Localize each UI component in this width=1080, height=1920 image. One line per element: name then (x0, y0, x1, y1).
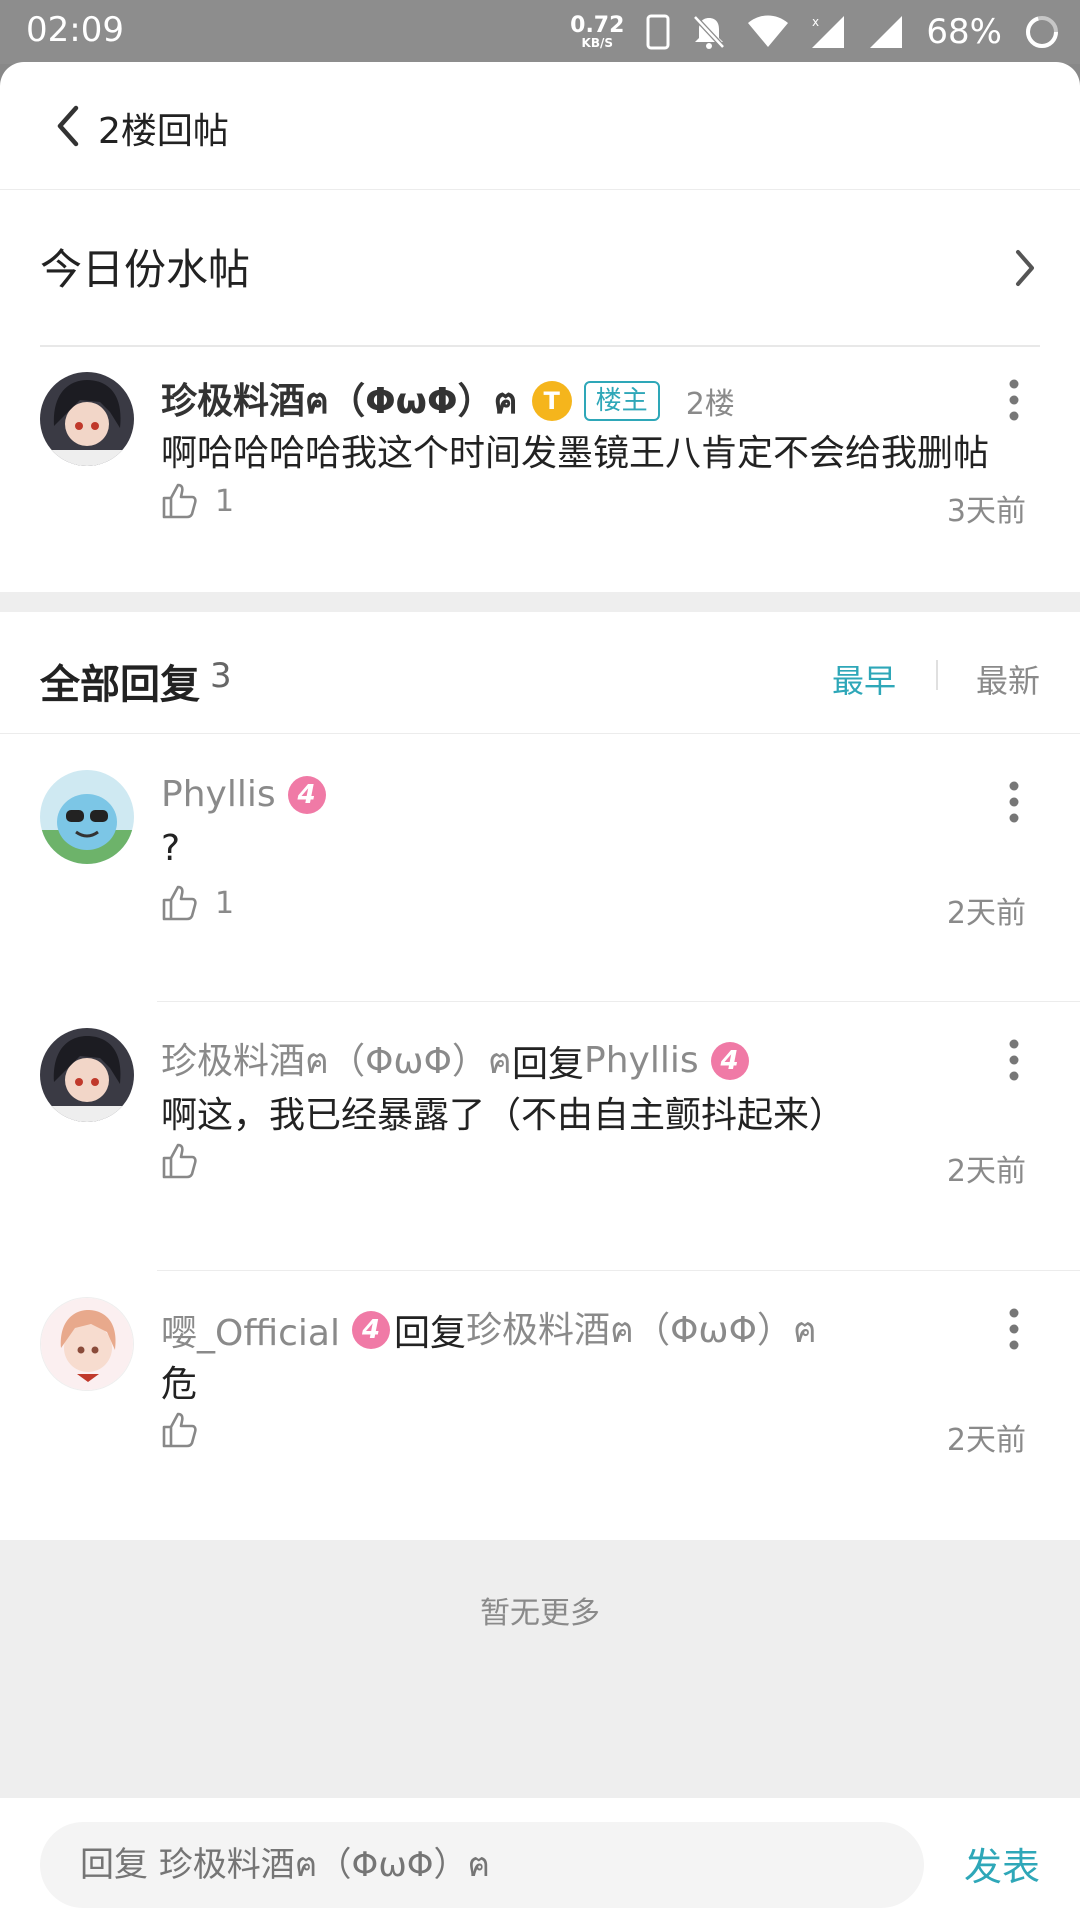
reply-time: 2天前 (946, 1423, 1026, 1458)
t-badge-icon: T (531, 380, 572, 421)
reply-item: Phyllis 4 ? 1 2天前 (0, 734, 1080, 952)
thread-title: 今日份水帖 (40, 245, 251, 294)
reply-content: 啊这，我已经暴露了（不由自主颤抖起来） (161, 1095, 846, 1136)
level-badge: 4 (287, 775, 326, 814)
chevron-right-icon (1016, 250, 1034, 286)
post-time: 3天前 (946, 494, 1026, 529)
like-button[interactable] (161, 1411, 197, 1449)
reply-sheet: 2楼回帖 今日份水帖 珍极料酒ฅ（ΦωΦ）ฅ T 楼主 2楼 啊哈哈哈哈我这个时… (0, 62, 1080, 1920)
like-count: 1 (215, 483, 235, 519)
main-post: 珍极料酒ฅ（ΦωΦ）ฅ T 楼主 2楼 啊哈哈哈哈我这个时间发墨镜王八肯定不会给… (0, 346, 1080, 592)
reply-to-name[interactable]: 珍极料酒ฅ（ΦωΦ）ฅ (466, 1301, 817, 1358)
level-badge: 4 (352, 1310, 390, 1349)
avatar[interactable] (40, 372, 134, 466)
no-more-text: 暂无更多 (480, 1596, 600, 1631)
owner-tag: 楼主 (583, 380, 660, 421)
status-icons: 0.72 KB/S x 68% (570, 8, 1060, 56)
network-speed-value: 0.72 (570, 13, 625, 38)
reply-to-name[interactable]: Phyllis (584, 1040, 699, 1081)
network-speed: 0.72 KB/S (570, 13, 625, 50)
phone-icon (646, 14, 670, 50)
main-post-content: 啊哈哈哈哈我这个时间发墨镜王八肯定不会给我删帖 (161, 433, 990, 474)
sort-earliest-tab[interactable]: 最早 (832, 656, 896, 702)
back-button[interactable] (46, 98, 96, 154)
header: 2楼回帖 (0, 62, 1080, 190)
page-title: 2楼回帖 (98, 111, 229, 152)
reply-content: ? (161, 828, 181, 869)
sort-latest-tab[interactable]: 最新 (976, 656, 1040, 702)
author-name[interactable]: 珍极料酒ฅ（ΦωΦ）ฅ (161, 1032, 512, 1089)
more-options-icon[interactable] (1006, 1305, 1022, 1353)
like-button[interactable]: 1 (161, 482, 234, 520)
more-options-icon[interactable] (1006, 1036, 1022, 1084)
send-button[interactable]: 发表 (964, 1836, 1040, 1891)
reply-author-line: 珍极料酒ฅ（ΦωΦ）ฅ 回复 Phyllis 4 (161, 1032, 749, 1089)
reply-author-line: 嘤_Official 4 回复 珍极料酒ฅ（ΦωΦ）ฅ (161, 1301, 817, 1358)
reply-author-line: Phyllis 4 (161, 774, 326, 815)
avatar[interactable] (40, 1297, 134, 1391)
sort-separator (936, 660, 938, 690)
reply-input[interactable] (40, 1822, 924, 1908)
status-time: 02:09 (26, 10, 124, 50)
reply-word: 回复 (511, 1043, 584, 1085)
like-button[interactable] (161, 1142, 197, 1180)
signal-x-icon: x (812, 15, 845, 48)
signal-icon (870, 16, 903, 48)
svg-text:x: x (812, 15, 819, 29)
status-bar: 02:09 0.72 KB/S x 68% (0, 0, 1080, 64)
more-options-icon[interactable] (1006, 778, 1022, 826)
replies-count: 3 (210, 656, 232, 696)
thumbs-up-icon (162, 1143, 197, 1179)
wifi-icon (748, 15, 789, 47)
reply-bar: 发表 (0, 1798, 1080, 1920)
author-name[interactable]: Phyllis (161, 774, 276, 815)
floor-number: 2楼 (685, 386, 735, 422)
network-speed-unit: KB/S (581, 36, 614, 50)
thread-link[interactable]: 今日份水帖 (0, 190, 1080, 346)
replies-header: 全部回复 3 最早 最新 (0, 612, 1080, 734)
level-badge: 4 (710, 1041, 749, 1080)
bell-off-icon (693, 15, 726, 49)
battery-percent: 68% (926, 12, 1002, 52)
reply-content: 危 (161, 1364, 198, 1405)
avatar[interactable] (40, 1028, 134, 1122)
list-footer: 暂无更多 (0, 1540, 1080, 1798)
like-count: 1 (215, 885, 235, 921)
reply-time: 2天前 (946, 1154, 1026, 1189)
thumbs-up-icon (162, 1412, 197, 1448)
battery-ring-icon (1026, 16, 1058, 48)
author-name[interactable]: 珍极料酒ฅ（ΦωΦ）ฅ (161, 372, 518, 429)
more-options-icon[interactable] (1006, 376, 1022, 424)
like-button[interactable]: 1 (161, 884, 234, 922)
thumbs-up-icon (162, 885, 197, 921)
replies-title: 全部回复 (40, 662, 200, 708)
reply-item: 珍极料酒ฅ（ΦωΦ）ฅ 回复 Phyllis 4 啊这，我已经暴露了（不由自主颤… (0, 1002, 1080, 1270)
thumbs-up-icon (162, 483, 197, 519)
reply-time: 2天前 (946, 896, 1026, 931)
main-post-author-line: 珍极料酒ฅ（ΦωΦ）ฅ T 楼主 2楼 (161, 372, 735, 429)
reply-word: 回复 (394, 1312, 467, 1354)
avatar[interactable] (40, 770, 134, 864)
reply-item: 嘤_Official 4 回复 珍极料酒ฅ（ΦωΦ）ฅ 危 2天前 (0, 1271, 1080, 1539)
section-gap (0, 592, 1080, 612)
author-name[interactable]: 嘤_Official (161, 1304, 340, 1356)
